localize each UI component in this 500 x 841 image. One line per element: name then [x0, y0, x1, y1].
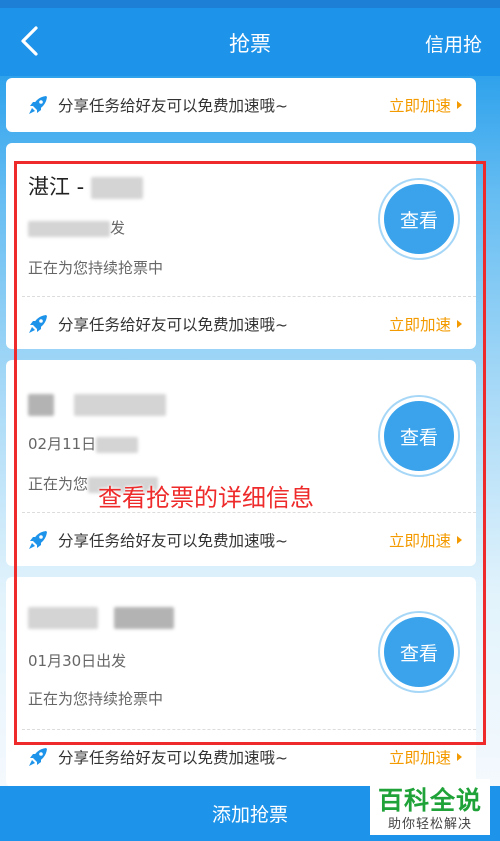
rocket-icon [29, 96, 47, 114]
credit-grab-button[interactable]: 信用抢 [425, 30, 482, 57]
share-banner[interactable]: 分享任务给好友可以免费加速哦~ 立即加速 [6, 78, 476, 132]
watermark-main: 百科全说 [377, 786, 482, 815]
triangle-right-icon [457, 320, 462, 328]
ticket-route [28, 392, 166, 416]
share-row[interactable]: 分享任务给好友可以免费加速哦~ 立即加速 [6, 730, 476, 784]
share-message: 分享任务给好友可以免费加速哦~ [58, 749, 288, 767]
view-button[interactable]: 查看 [384, 184, 454, 254]
ticket-route [28, 605, 174, 629]
ticket-card[interactable]: 湛江 - 发 正在为您持续抢票中 查看 分享任务给好友可以免费加速哦~ 立即加速 [6, 143, 476, 349]
ticket-card[interactable]: 02月11日 正在为您 查看 分享任务给好友可以免费加速哦~ 立即加速 [6, 360, 476, 566]
share-row[interactable]: 分享任务给好友可以免费加速哦~ 立即加速 [6, 297, 476, 351]
redacted-origin [28, 394, 54, 416]
rocket-icon [29, 748, 47, 766]
share-row[interactable]: 分享任务给好友可以免费加速哦~ 立即加速 [6, 513, 476, 567]
triangle-right-icon [457, 101, 462, 109]
accelerate-label: 立即加速 [388, 316, 451, 334]
ticket-route: 湛江 - [28, 171, 143, 201]
view-button[interactable]: 查看 [384, 617, 454, 687]
redacted-destination [114, 607, 174, 629]
accelerate-link[interactable]: 立即加速 [389, 94, 462, 116]
status-bar [0, 0, 500, 8]
share-message: 分享任务给好友可以免费加速哦~ [58, 532, 288, 550]
accelerate-link[interactable]: 立即加速 [389, 313, 462, 335]
route-text: 湛江 - [28, 175, 91, 199]
triangle-right-icon [457, 536, 462, 544]
status-text: 正在为您 [28, 475, 89, 493]
redacted-destination [74, 394, 166, 416]
redacted-date [28, 220, 110, 237]
accelerate-label: 立即加速 [388, 97, 451, 115]
ticket-date: 01月30日出发 [28, 652, 127, 670]
ticket-date: 02月11日 [28, 433, 139, 454]
redacted-destination [90, 177, 143, 199]
accelerate-label: 立即加速 [388, 749, 451, 767]
ticket-card[interactable]: 01月30日出发 正在为您持续抢票中 查看 分享任务给好友可以免费加速哦~ 立即… [6, 577, 476, 787]
accelerate-link[interactable]: 立即加速 [389, 529, 462, 551]
redacted-origin [28, 607, 98, 629]
accelerate-label: 立即加速 [388, 532, 451, 550]
share-message: 分享任务给好友可以免费加速哦~ [58, 316, 288, 334]
annotation-text: 查看抢票的详细信息 [98, 484, 314, 512]
date-text: 02月11日 [28, 435, 97, 453]
accelerate-link[interactable]: 立即加速 [389, 746, 462, 768]
watermark-logo: 百科全说 助你轻松解决 [370, 779, 490, 835]
share-message: 分享任务给好友可以免费加速哦~ [58, 97, 288, 115]
ticket-status: 正在为您持续抢票中 [28, 690, 164, 708]
ticket-date: 发 [28, 217, 125, 238]
share-banner-card: 分享任务给好友可以免费加速哦~ 立即加速 [6, 78, 476, 132]
rocket-icon [29, 531, 47, 549]
ticket-status: 正在为您持续抢票中 [28, 259, 164, 277]
triangle-right-icon [457, 753, 462, 761]
view-button[interactable]: 查看 [384, 401, 454, 471]
rocket-icon [29, 315, 47, 333]
date-suffix: 发 [110, 219, 126, 237]
add-ticket-grab-label: 添加抢票 [211, 804, 288, 826]
top-bar: 抢票 信用抢 [0, 8, 500, 76]
watermark-sub: 助你轻松解决 [387, 817, 472, 832]
redacted-date [96, 436, 139, 453]
